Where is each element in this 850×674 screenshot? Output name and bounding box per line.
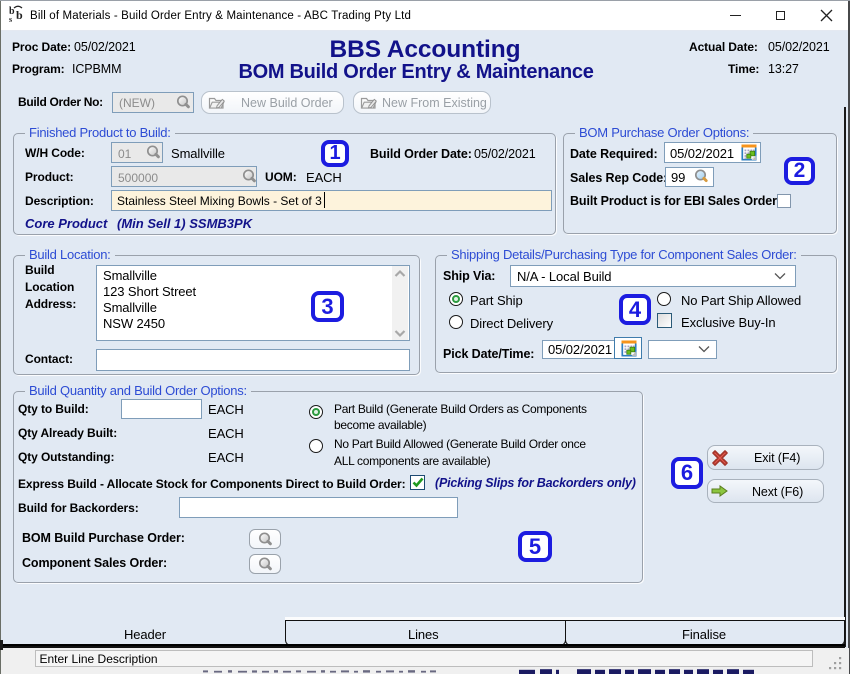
svg-text:s: s — [9, 15, 12, 24]
svg-text:b: b — [16, 8, 23, 22]
